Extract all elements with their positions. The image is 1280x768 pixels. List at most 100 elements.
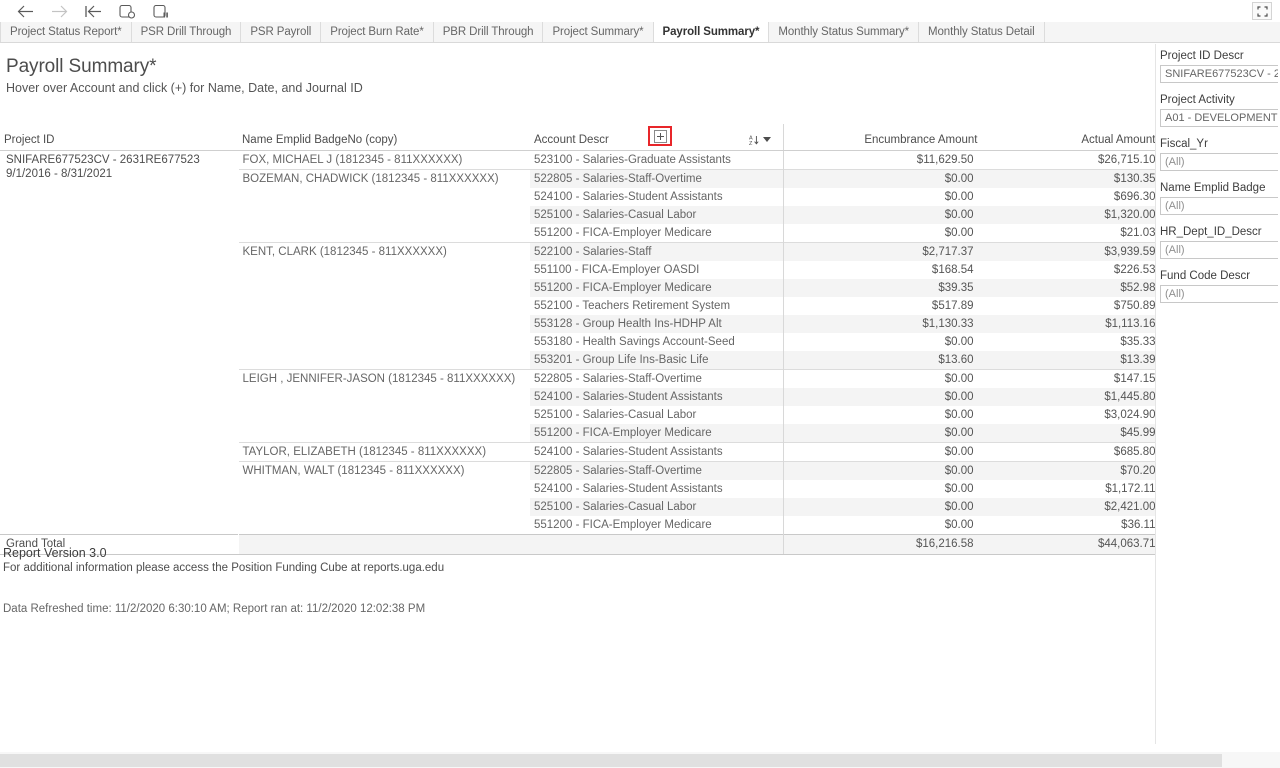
cell-encumbrance-amount[interactable]: $39.35 — [783, 278, 982, 297]
cell-encumbrance-amount[interactable]: $11,629.50 — [783, 150, 982, 169]
cell-encumbrance-amount[interactable]: $0.00 — [783, 479, 982, 498]
cell-name-emplid[interactable] — [238, 406, 530, 424]
cell-name-emplid[interactable] — [238, 279, 530, 297]
cell-account-descr[interactable]: 525100 - Salaries-Casual Labor — [530, 205, 775, 224]
cell-actual-amount[interactable]: $685.80 — [981, 441, 1155, 461]
cell-name-emplid[interactable] — [238, 516, 530, 535]
cell-name-emplid[interactable]: LEIGH , JENNIFER-JASON (1812345 - 811XXX… — [238, 368, 530, 388]
cell-actual-amount[interactable]: $3,024.90 — [982, 406, 1155, 424]
cell-account-descr[interactable]: 551200 - FICA-Employer Medicare — [530, 224, 775, 243]
cell-encumbrance-amount[interactable]: $0.00 — [783, 497, 982, 516]
tab-monthly-status-summary[interactable]: Monthly Status Summary* — [769, 22, 920, 42]
cell-account-descr[interactable]: 525100 - Salaries-Casual Labor — [530, 406, 775, 424]
filter-dropdown[interactable]: (All) — [1160, 153, 1280, 171]
cell-actual-amount[interactable]: $696.30 — [982, 188, 1155, 206]
cell-actual-amount[interactable]: $147.15 — [981, 368, 1155, 388]
horizontal-scrollbar[interactable] — [0, 752, 1280, 768]
cell-name-emplid[interactable] — [238, 224, 530, 243]
cell-name-emplid[interactable] — [238, 261, 530, 279]
fullscreen-icon[interactable] — [1252, 2, 1272, 20]
cell-account-descr[interactable]: 524100 - Salaries-Student Assistants — [530, 188, 775, 206]
filter-dropdown[interactable]: (All) — [1160, 285, 1280, 303]
cell-encumbrance-amount[interactable]: $0.00 — [783, 332, 982, 351]
cell-account-descr[interactable]: 553128 - Group Health Ins-HDHP Alt — [530, 314, 775, 333]
cell-name-emplid[interactable]: TAYLOR, ELIZABETH (1812345 - 811XXXXXX) — [238, 441, 530, 461]
cell-account-descr[interactable]: 525100 - Salaries-Casual Labor — [530, 497, 775, 516]
cell-name-emplid[interactable] — [238, 188, 530, 206]
cell-name-emplid[interactable] — [238, 206, 530, 224]
cell-account-descr[interactable]: 524100 - Salaries-Student Assistants — [530, 480, 775, 498]
cell-account-descr[interactable]: 522100 - Salaries-Staff — [530, 241, 775, 261]
cell-account-descr[interactable]: 522805 - Salaries-Staff-Overtime — [530, 368, 775, 388]
forward-arrow-icon[interactable] — [42, 0, 76, 22]
cell-encumbrance-amount[interactable]: $2,717.37 — [783, 241, 982, 261]
cell-encumbrance-amount[interactable]: $0.00 — [783, 168, 982, 188]
cell-account-descr[interactable]: 551200 - FICA-Employer Medicare — [530, 423, 775, 442]
table-row[interactable]: SNIFARE677523CV - 2631RE677523 9/1/2016 -… — [0, 150, 1155, 534]
cell-actual-amount[interactable]: $45.99 — [981, 423, 1155, 442]
cell-account-descr[interactable]: 522805 - Salaries-Staff-Overtime — [530, 460, 775, 480]
column-header-name-emplid[interactable]: Name Emplid BadgeNo (copy) — [238, 124, 530, 151]
cell-encumbrance-amount[interactable]: $0.00 — [783, 460, 982, 480]
cell-name-emplid[interactable]: BOZEMAN, CHADWICK (1812345 - 811XXXXXX) — [238, 168, 530, 188]
tab-monthly-status-detail[interactable]: Monthly Status Detail — [919, 22, 1045, 42]
filter-dropdown[interactable]: SNIFARE677523CV - 2 — [1160, 65, 1280, 83]
tab-project-status-report[interactable]: Project Status Report* — [0, 22, 132, 42]
cell-account-descr[interactable]: 523100 - Salaries-Graduate Assistants — [530, 150, 775, 169]
cell-account-descr[interactable]: 553201 - Group Life Ins-Basic Life — [530, 350, 775, 369]
cell-encumbrance-amount[interactable]: $0.00 — [783, 423, 982, 442]
filter-dropdown[interactable]: A01 - DEVELOPMENT — [1160, 109, 1280, 127]
cell-account-descr[interactable]: 524100 - Salaries-Student Assistants — [530, 441, 775, 461]
cell-actual-amount[interactable]: $1,172.11 — [982, 480, 1155, 498]
back-arrow-icon[interactable] — [8, 0, 42, 22]
cell-encumbrance-amount[interactable]: $0.00 — [783, 368, 982, 388]
sort-control[interactable]: A Z — [749, 134, 771, 146]
filter-dropdown[interactable]: (All) — [1160, 241, 1280, 259]
cell-actual-amount[interactable]: $52.98 — [981, 278, 1155, 297]
cell-encumbrance-amount[interactable]: $1,130.33 — [783, 314, 982, 333]
cell-actual-amount[interactable]: $3,939.59 — [981, 241, 1155, 261]
cell-encumbrance-amount[interactable]: $0.00 — [783, 387, 982, 406]
cell-account-descr[interactable]: 551200 - FICA-Employer Medicare — [530, 278, 775, 297]
cell-account-descr[interactable]: 551200 - FICA-Employer Medicare — [530, 516, 775, 535]
cell-name-emplid[interactable]: WHITMAN, WALT (1812345 - 811XXXXXX) — [238, 460, 530, 480]
revert-all-icon[interactable] — [76, 0, 110, 22]
column-header-project-id[interactable]: Project ID — [0, 124, 238, 151]
cell-actual-amount[interactable]: $36.11 — [982, 516, 1155, 535]
cell-project-id[interactable]: SNIFARE677523CV - 2631RE677523 9/1/2016 -… — [0, 150, 239, 534]
filter-dropdown[interactable]: (All) — [1160, 197, 1280, 215]
cell-actual-amount[interactable]: $70.20 — [981, 460, 1155, 480]
expand-plus-button[interactable] — [648, 126, 672, 146]
tab-payroll-summary[interactable]: Payroll Summary* — [653, 22, 770, 42]
cell-account-descr[interactable]: 553180 - Health Savings Account-Seed — [530, 333, 775, 351]
cell-encumbrance-amount[interactable]: $13.60 — [783, 350, 982, 369]
cell-actual-amount[interactable]: $35.33 — [982, 333, 1155, 351]
cell-actual-amount[interactable]: $1,445.80 — [981, 387, 1155, 406]
cell-encumbrance-amount[interactable]: $0.00 — [783, 441, 982, 461]
cell-encumbrance-amount[interactable]: $0.00 — [783, 405, 982, 424]
cell-name-emplid[interactable] — [238, 333, 530, 351]
cell-name-emplid[interactable] — [238, 315, 530, 333]
pause-updates-icon[interactable] — [144, 0, 178, 22]
cell-encumbrance-amount[interactable]: $0.00 — [783, 223, 982, 242]
cell-actual-amount[interactable]: $1,320.00 — [981, 205, 1155, 224]
tab-psr-drill-through[interactable]: PSR Drill Through — [131, 22, 242, 42]
cell-encumbrance-amount[interactable]: $517.89 — [783, 296, 982, 315]
cell-name-emplid[interactable] — [238, 498, 530, 516]
worksheet-tab-bar[interactable]: Project Status Report* PSR Drill Through… — [0, 22, 1280, 43]
cell-name-emplid[interactable] — [238, 388, 530, 406]
tab-pbr-drill-through[interactable]: PBR Drill Through — [433, 22, 544, 42]
cell-actual-amount[interactable]: $130.35 — [981, 168, 1155, 188]
cell-name-emplid[interactable] — [238, 480, 530, 498]
cell-actual-amount[interactable]: $226.53 — [982, 261, 1155, 279]
cell-actual-amount[interactable]: $2,421.00 — [981, 497, 1155, 516]
cell-actual-amount[interactable]: $750.89 — [982, 297, 1155, 315]
tab-project-summary[interactable]: Project Summary* — [543, 22, 654, 42]
cell-encumbrance-amount[interactable]: $0.00 — [783, 187, 982, 206]
refresh-data-icon[interactable] — [110, 0, 144, 22]
cell-name-emplid[interactable] — [238, 297, 530, 315]
cell-account-descr[interactable]: 552100 - Teachers Retirement System — [530, 297, 775, 315]
column-header-account-descr[interactable]: Account Descr A Z — [530, 124, 775, 151]
cell-name-emplid[interactable]: KENT, CLARK (1812345 - 811XXXXXX) — [238, 241, 530, 261]
column-header-actual-amount[interactable]: Actual Amount — [981, 124, 1155, 151]
